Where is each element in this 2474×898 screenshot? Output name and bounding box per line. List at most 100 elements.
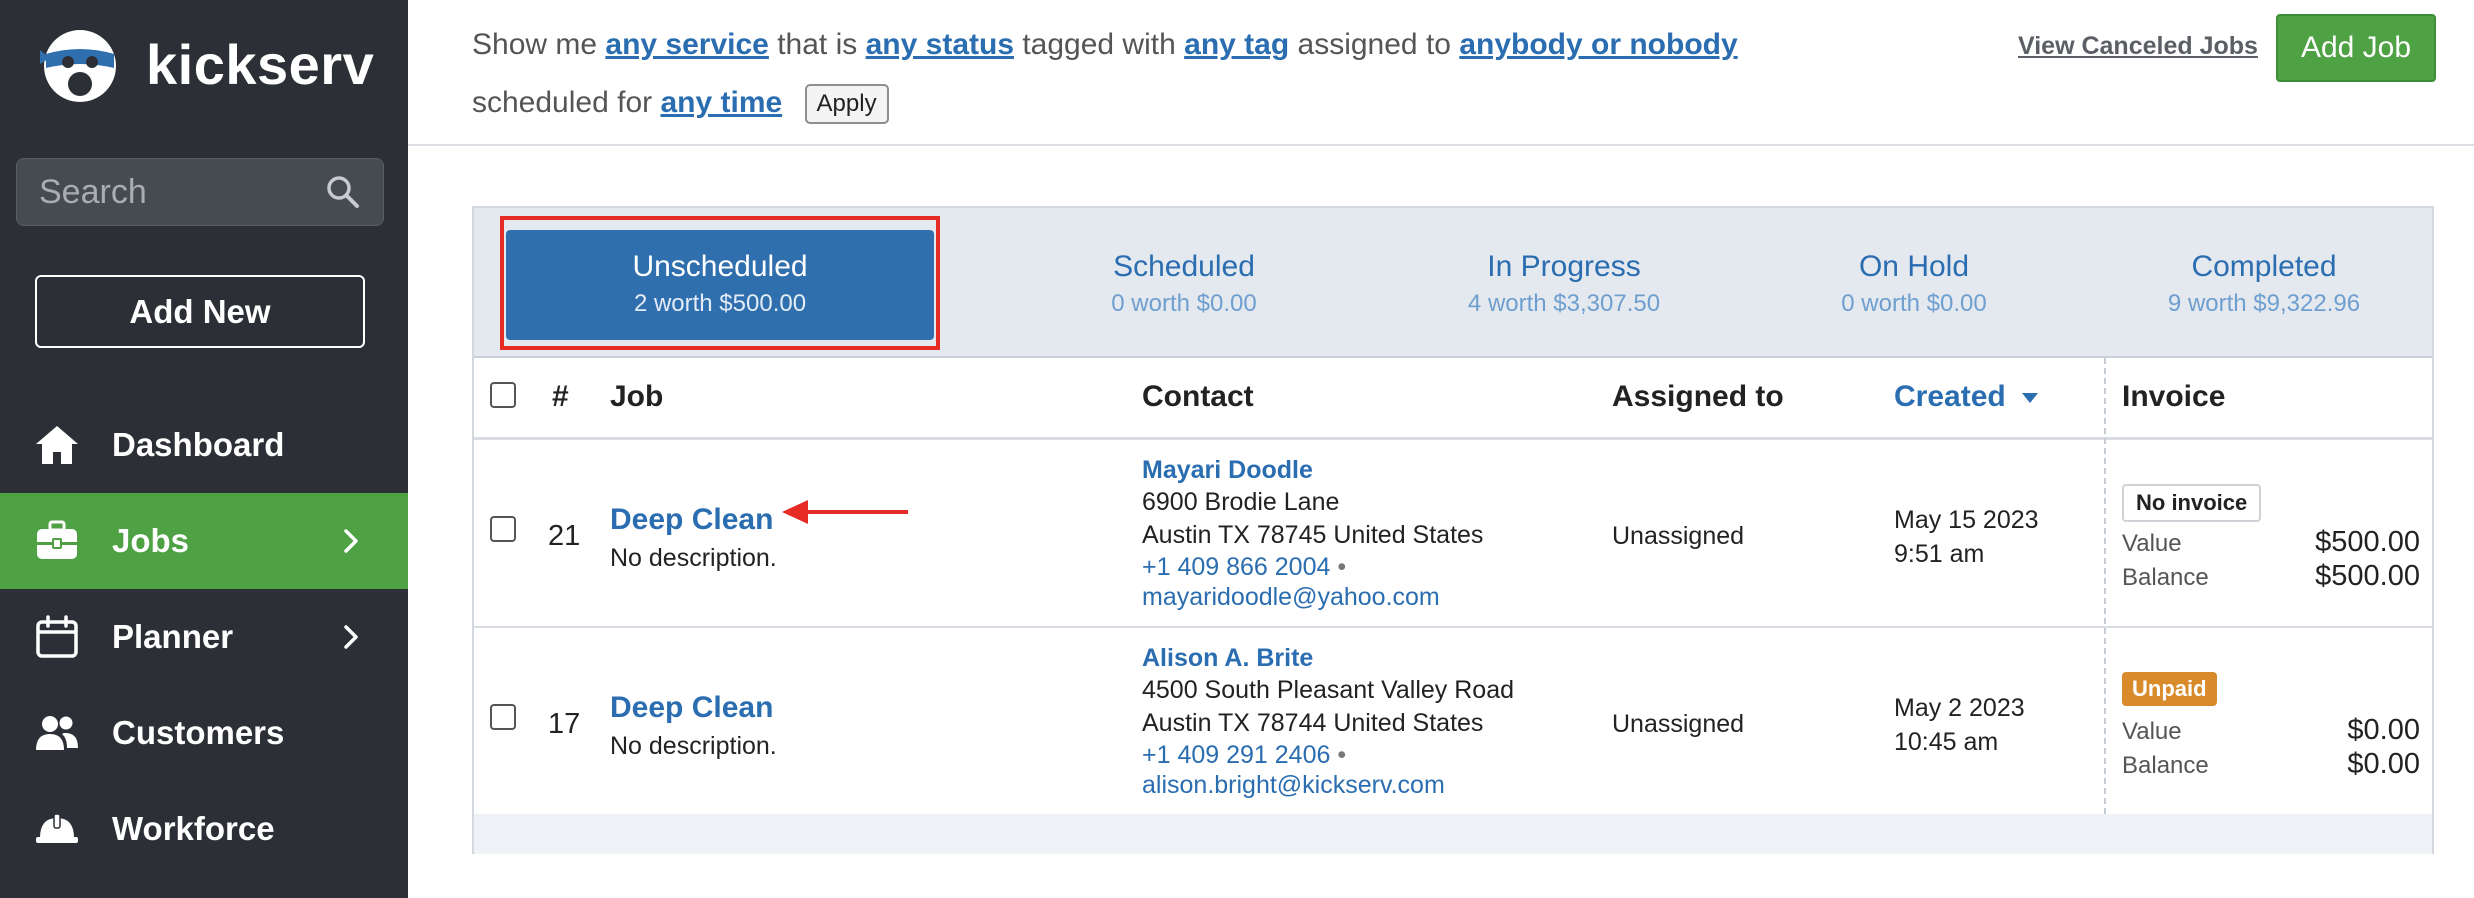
tab-label: Scheduled bbox=[1113, 250, 1255, 283]
invoice-value: $0.00 bbox=[2347, 714, 2420, 746]
table-header: # Job Contact Assigned to Created Invoic… bbox=[474, 358, 2432, 440]
tab-scheduled[interactable]: Scheduled 0 worth $0.00 bbox=[1034, 230, 1334, 340]
filter-sentence-line2: scheduled for any time Apply bbox=[472, 84, 889, 124]
app-name: kickserv bbox=[146, 32, 375, 96]
col-contact-header: Contact bbox=[1142, 380, 1254, 413]
job-number: 21 bbox=[548, 520, 581, 552]
col-assigned-header: Assigned to bbox=[1612, 380, 1784, 413]
separator-dot: • bbox=[1337, 553, 1347, 581]
created-time: 10:45 am bbox=[1894, 728, 1999, 756]
search-box[interactable]: Search bbox=[16, 158, 384, 226]
invoice-balance: $0.00 bbox=[2347, 748, 2420, 780]
search-input[interactable]: Search bbox=[39, 173, 325, 212]
table-row[interactable]: 21 Deep Clean No description. Mayari Doo… bbox=[474, 440, 2432, 628]
sidebar-item-label: Customers bbox=[112, 714, 285, 751]
filter-text: assigned to bbox=[1297, 28, 1451, 61]
hardhat-icon bbox=[36, 813, 78, 843]
col-invoice-header: Invoice bbox=[2122, 380, 2226, 413]
tab-label: Completed bbox=[2191, 250, 2337, 283]
job-description: No description. bbox=[610, 544, 777, 572]
contact-phone-link[interactable]: +1 409 866 2004 bbox=[1142, 553, 1330, 581]
contact-address-line1: 4500 South Pleasant Valley Road bbox=[1142, 676, 1515, 704]
row-checkbox[interactable] bbox=[490, 516, 516, 542]
assignee-filter-link[interactable]: anybody or nobody bbox=[1459, 28, 1737, 61]
annotation-arrow-icon bbox=[782, 500, 908, 524]
filter-text: tagged with bbox=[1022, 28, 1176, 61]
tab-in-progress[interactable]: In Progress 4 worth $3,307.50 bbox=[1394, 230, 1734, 340]
tag-filter-link[interactable]: any tag bbox=[1184, 28, 1289, 61]
sidebar-item-customers[interactable]: Customers bbox=[0, 685, 408, 781]
home-icon bbox=[36, 426, 78, 464]
service-filter-link[interactable]: any service bbox=[605, 28, 768, 61]
contact-name-link[interactable]: Mayari Doodle bbox=[1142, 454, 1313, 486]
sidebar-item-workforce[interactable]: Workforce bbox=[0, 781, 408, 877]
value-label: Value bbox=[2122, 530, 2182, 557]
add-new-button[interactable]: Add New bbox=[35, 275, 365, 348]
add-job-button[interactable]: Add Job bbox=[2276, 14, 2436, 82]
people-icon bbox=[36, 716, 78, 750]
tab-completed[interactable]: Completed 9 worth $9,322.96 bbox=[2094, 230, 2434, 340]
filter-sentence-line1: Show me any service that is any status t… bbox=[472, 28, 1738, 62]
contact-address-line1: 6900 Brodie Lane bbox=[1142, 488, 1340, 516]
col-created-header[interactable]: Created bbox=[1894, 380, 2040, 414]
col-job-header: Job bbox=[610, 380, 664, 413]
contact-email-link[interactable]: alison.bright@kickserv.com bbox=[1142, 769, 1445, 801]
table-row[interactable]: 17 Deep Clean No description. Alison A. … bbox=[474, 628, 2432, 816]
assigned-to: Unassigned bbox=[1612, 522, 1745, 550]
invoice-balance: $500.00 bbox=[2315, 560, 2420, 592]
sidebar-item-jobs[interactable]: Jobs bbox=[0, 493, 408, 589]
sidebar: kickserv Search Add New Dashboard Jobs P… bbox=[0, 0, 408, 898]
invoice-status-badge: Unpaid bbox=[2122, 672, 2217, 706]
tab-summary: 0 worth $0.00 bbox=[1111, 290, 1257, 317]
jobs-panel: Unscheduled 2 worth $500.00 Scheduled 0 … bbox=[472, 206, 2434, 854]
sidebar-item-dashboard[interactable]: Dashboard bbox=[0, 397, 408, 493]
sidebar-item-label: Dashboard bbox=[112, 426, 285, 463]
briefcase-icon bbox=[37, 520, 77, 559]
created-date: May 2 2023 bbox=[1894, 694, 2025, 722]
contact-address-line2: Austin TX 78744 United States bbox=[1142, 709, 1484, 737]
balance-label: Balance bbox=[2122, 752, 2209, 779]
filter-text: that is bbox=[777, 28, 858, 61]
col-number-header: # bbox=[552, 380, 569, 413]
tab-summary: 0 worth $0.00 bbox=[1841, 290, 1987, 317]
balance-label: Balance bbox=[2122, 564, 2209, 591]
col-created-label: Created bbox=[1894, 380, 2006, 413]
apply-button[interactable]: Apply bbox=[804, 84, 889, 124]
time-filter-link[interactable]: any time bbox=[660, 86, 782, 119]
ninja-logo-icon bbox=[40, 30, 116, 102]
invoice-value: $500.00 bbox=[2315, 526, 2420, 558]
select-all-checkbox[interactable] bbox=[490, 382, 516, 408]
separator-dot: • bbox=[1337, 741, 1347, 769]
search-icon[interactable] bbox=[325, 174, 361, 210]
job-description: No description. bbox=[610, 732, 777, 760]
row-checkbox[interactable] bbox=[490, 704, 516, 730]
contact-name-link[interactable]: Alison A. Brite bbox=[1142, 642, 1313, 674]
tab-label: On Hold bbox=[1858, 250, 1970, 283]
app-logo[interactable]: kickserv bbox=[36, 24, 374, 104]
filter-bar: Show me any service that is any status t… bbox=[408, 0, 2474, 146]
job-title-link[interactable]: Deep Clean bbox=[610, 504, 773, 536]
contact-phone-row: +1 409 291 2406 • bbox=[1142, 739, 1346, 771]
calendar-icon bbox=[36, 615, 78, 658]
tab-summary: 4 worth $3,307.50 bbox=[1467, 290, 1661, 317]
job-title-link[interactable]: Deep Clean bbox=[610, 692, 773, 724]
status-tabs: Unscheduled 2 worth $500.00 Scheduled 0 … bbox=[474, 208, 2432, 358]
table-footer bbox=[474, 814, 2432, 854]
chevron-right-icon bbox=[344, 625, 358, 649]
tab-label: In Progress bbox=[1487, 250, 1641, 283]
invoice-status-badge: No invoice bbox=[2122, 484, 2262, 522]
created-date: May 15 2023 bbox=[1894, 506, 2039, 534]
contact-email-link[interactable]: mayaridoodle@yahoo.com bbox=[1142, 581, 1440, 613]
status-filter-link[interactable]: any status bbox=[866, 28, 1014, 61]
filter-text: Show me bbox=[472, 28, 598, 61]
annotation-highlight-box bbox=[500, 216, 940, 350]
sidebar-item-label: Planner bbox=[112, 618, 234, 655]
contact-phone-link[interactable]: +1 409 291 2406 bbox=[1142, 741, 1330, 769]
job-number: 17 bbox=[548, 708, 581, 740]
view-canceled-jobs-link[interactable]: View Canceled Jobs bbox=[2018, 32, 2258, 61]
contact-address-line2: Austin TX 78745 United States bbox=[1142, 521, 1484, 549]
sort-desc-icon bbox=[2022, 393, 2039, 404]
tab-on-hold[interactable]: On Hold 0 worth $0.00 bbox=[1764, 230, 2064, 340]
tab-summary: 9 worth $9,322.96 bbox=[2167, 290, 2361, 317]
sidebar-item-planner[interactable]: Planner bbox=[0, 589, 408, 685]
